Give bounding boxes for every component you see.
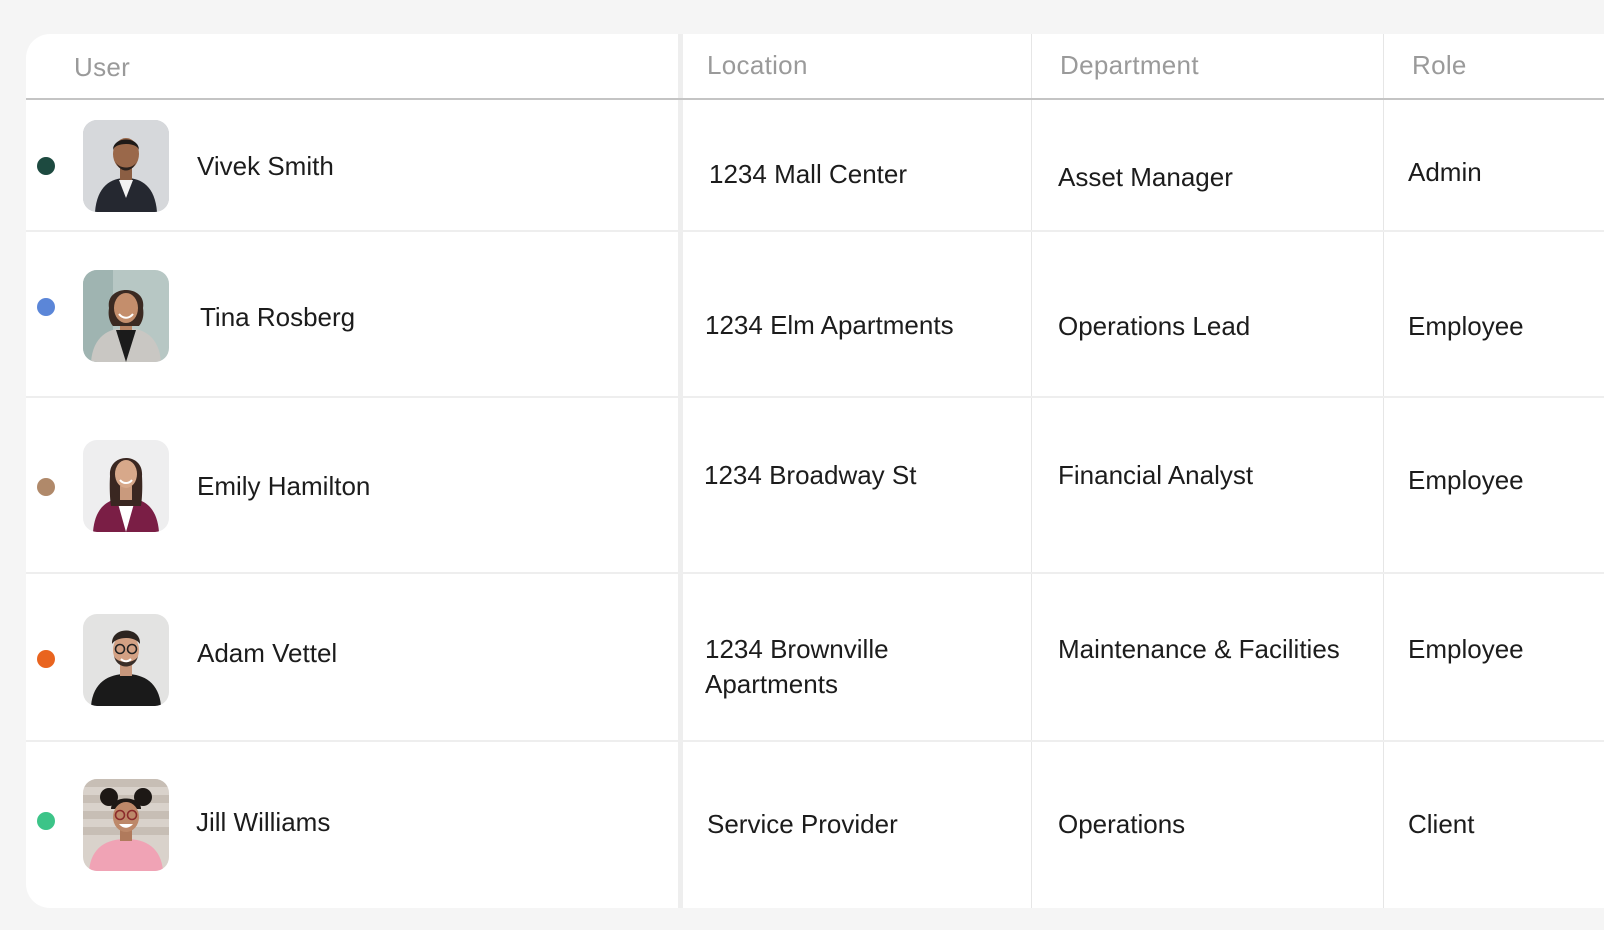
location-cell: 1234 Elm Apartments [705,310,954,340]
avatar-photo-icon [83,614,169,706]
location-cell: Service Provider [707,809,898,839]
row-divider [26,396,1604,398]
avatar [83,440,169,532]
avatar [83,779,169,871]
avatar [83,270,169,362]
column-divider [1031,34,1032,908]
avatar-photo-icon [83,120,169,212]
role-cell: Employee [1408,465,1524,495]
location-cell: 1234 Brownville Apartments [705,634,889,699]
column-header-user[interactable]: User [74,52,130,83]
avatar [83,120,169,212]
user-name[interactable]: Jill Williams [196,805,330,840]
location-cell: 1234 Mall Center [709,159,907,189]
user-name[interactable]: Vivek Smith [197,149,334,184]
user-name[interactable]: Tina Rosberg [200,300,355,335]
users-table: User Location Department Role Vivek Smit… [26,34,1604,908]
status-dot [37,478,55,496]
avatar [83,614,169,706]
avatar-photo-icon [83,270,169,362]
column-header-role[interactable]: Role [1412,50,1467,81]
status-dot [37,812,55,830]
row-divider [26,740,1604,742]
role-cell: Employee [1408,311,1524,341]
user-name[interactable]: Emily Hamilton [197,469,370,504]
role-cell: Admin [1408,157,1482,187]
row-divider [26,230,1604,232]
column-divider [1383,34,1384,908]
department-cell: Operations [1058,809,1186,839]
role-cell: Employee [1408,634,1524,664]
status-dot [37,650,55,668]
row-divider [26,572,1604,574]
avatar-photo-icon [83,440,169,532]
status-dot [37,298,55,316]
department-cell: Operations Lead [1058,311,1251,341]
header-divider [26,98,1604,100]
role-cell: Client [1408,809,1475,839]
status-dot [37,157,55,175]
column-header-department[interactable]: Department [1060,50,1199,81]
department-cell: Maintenance & Facilities [1058,634,1340,664]
location-cell: 1234 Broadway St [704,460,917,490]
department-cell: Asset Manager [1058,162,1233,192]
column-divider [678,34,683,908]
avatar-photo-icon [83,779,169,871]
column-header-location[interactable]: Location [707,50,808,81]
department-cell: Financial Analyst [1058,460,1254,490]
user-name[interactable]: Adam Vettel [197,636,337,671]
